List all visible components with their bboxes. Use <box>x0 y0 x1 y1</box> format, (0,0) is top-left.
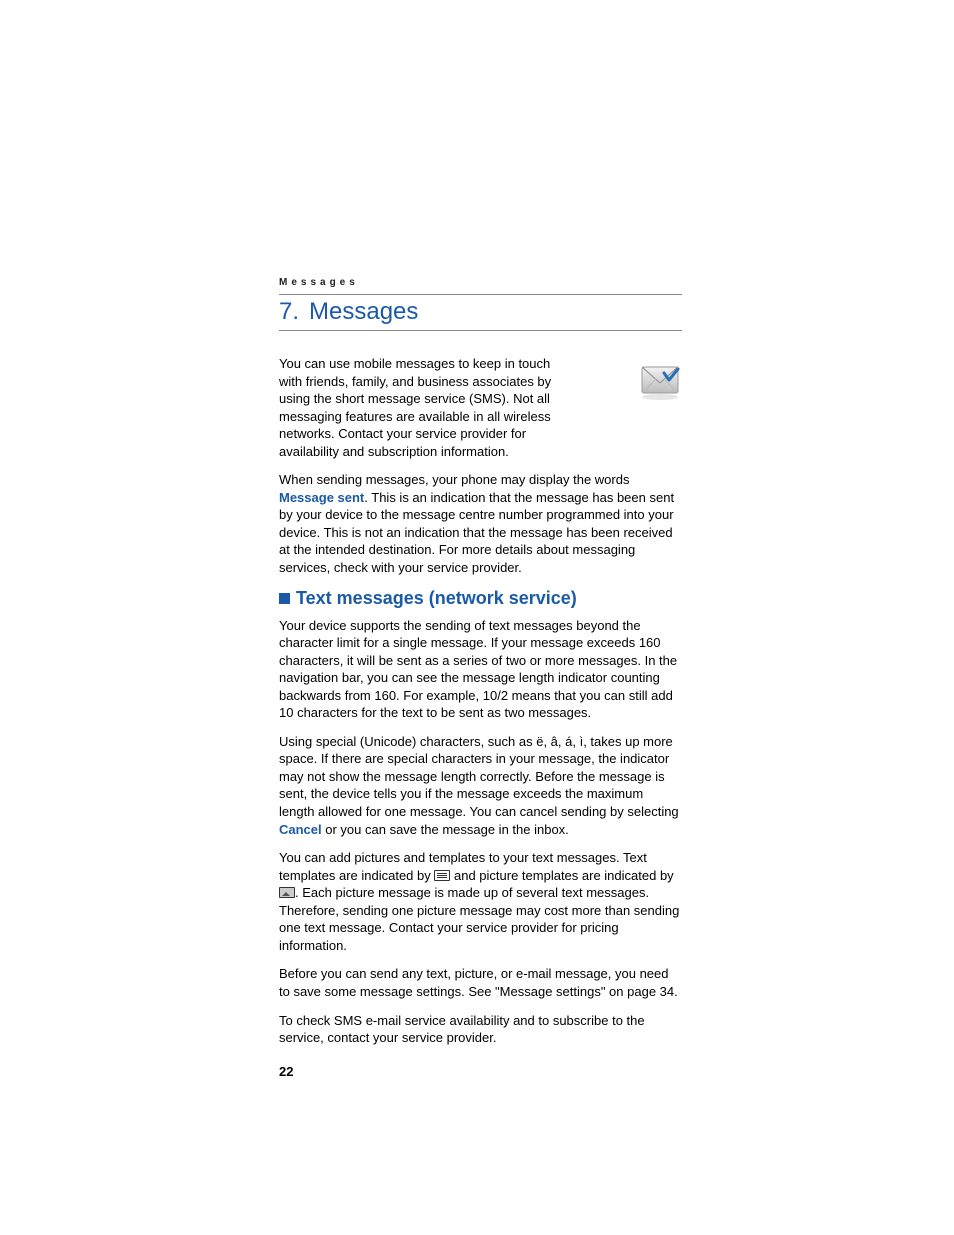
body-paragraph-3: You can add pictures and templates to yo… <box>279 849 682 954</box>
chapter-number: 7. <box>279 298 299 326</box>
body-paragraph-2: Using special (Unicode) characters, such… <box>279 733 682 838</box>
text-fragment: When sending messages, your phone may di… <box>279 472 629 487</box>
chapter-title: 7. Messages <box>279 294 682 331</box>
ui-term-cancel: Cancel <box>279 822 322 837</box>
section-heading: Text messages (network service) <box>279 588 682 609</box>
body-paragraph-4: Before you can send any text, picture, o… <box>279 965 682 1000</box>
intro-paragraph: You can use mobile messages to keep in t… <box>279 355 574 460</box>
chapter-title-text: Messages <box>309 298 418 325</box>
message-sent-paragraph: When sending messages, your phone may di… <box>279 471 682 576</box>
section-heading-text: Text messages (network service) <box>296 588 577 608</box>
text-fragment: Using special (Unicode) characters, such… <box>279 734 679 819</box>
page-number: 22 <box>279 1064 293 1079</box>
section-bullet-icon <box>279 593 290 604</box>
text-fragment: or you can save the message in the inbox… <box>322 822 569 837</box>
ui-term-message-sent: Message sent <box>279 490 364 505</box>
text-template-icon <box>434 870 450 881</box>
body-paragraph-5: To check SMS e-mail service availability… <box>279 1012 682 1047</box>
envelope-icon <box>638 361 682 401</box>
picture-template-icon <box>279 887 295 898</box>
body-paragraph-1: Your device supports the sending of text… <box>279 617 682 722</box>
running-head: Messages <box>279 277 682 288</box>
text-fragment: . Each picture message is made up of sev… <box>279 885 679 953</box>
document-page: Messages 7. Messages You can use mobile m… <box>0 0 954 1235</box>
text-fragment: and picture templates are indicated by <box>450 868 673 883</box>
intro-block: You can use mobile messages to keep in t… <box>279 355 682 460</box>
content-block: Messages 7. Messages You can use mobile m… <box>279 277 682 1058</box>
